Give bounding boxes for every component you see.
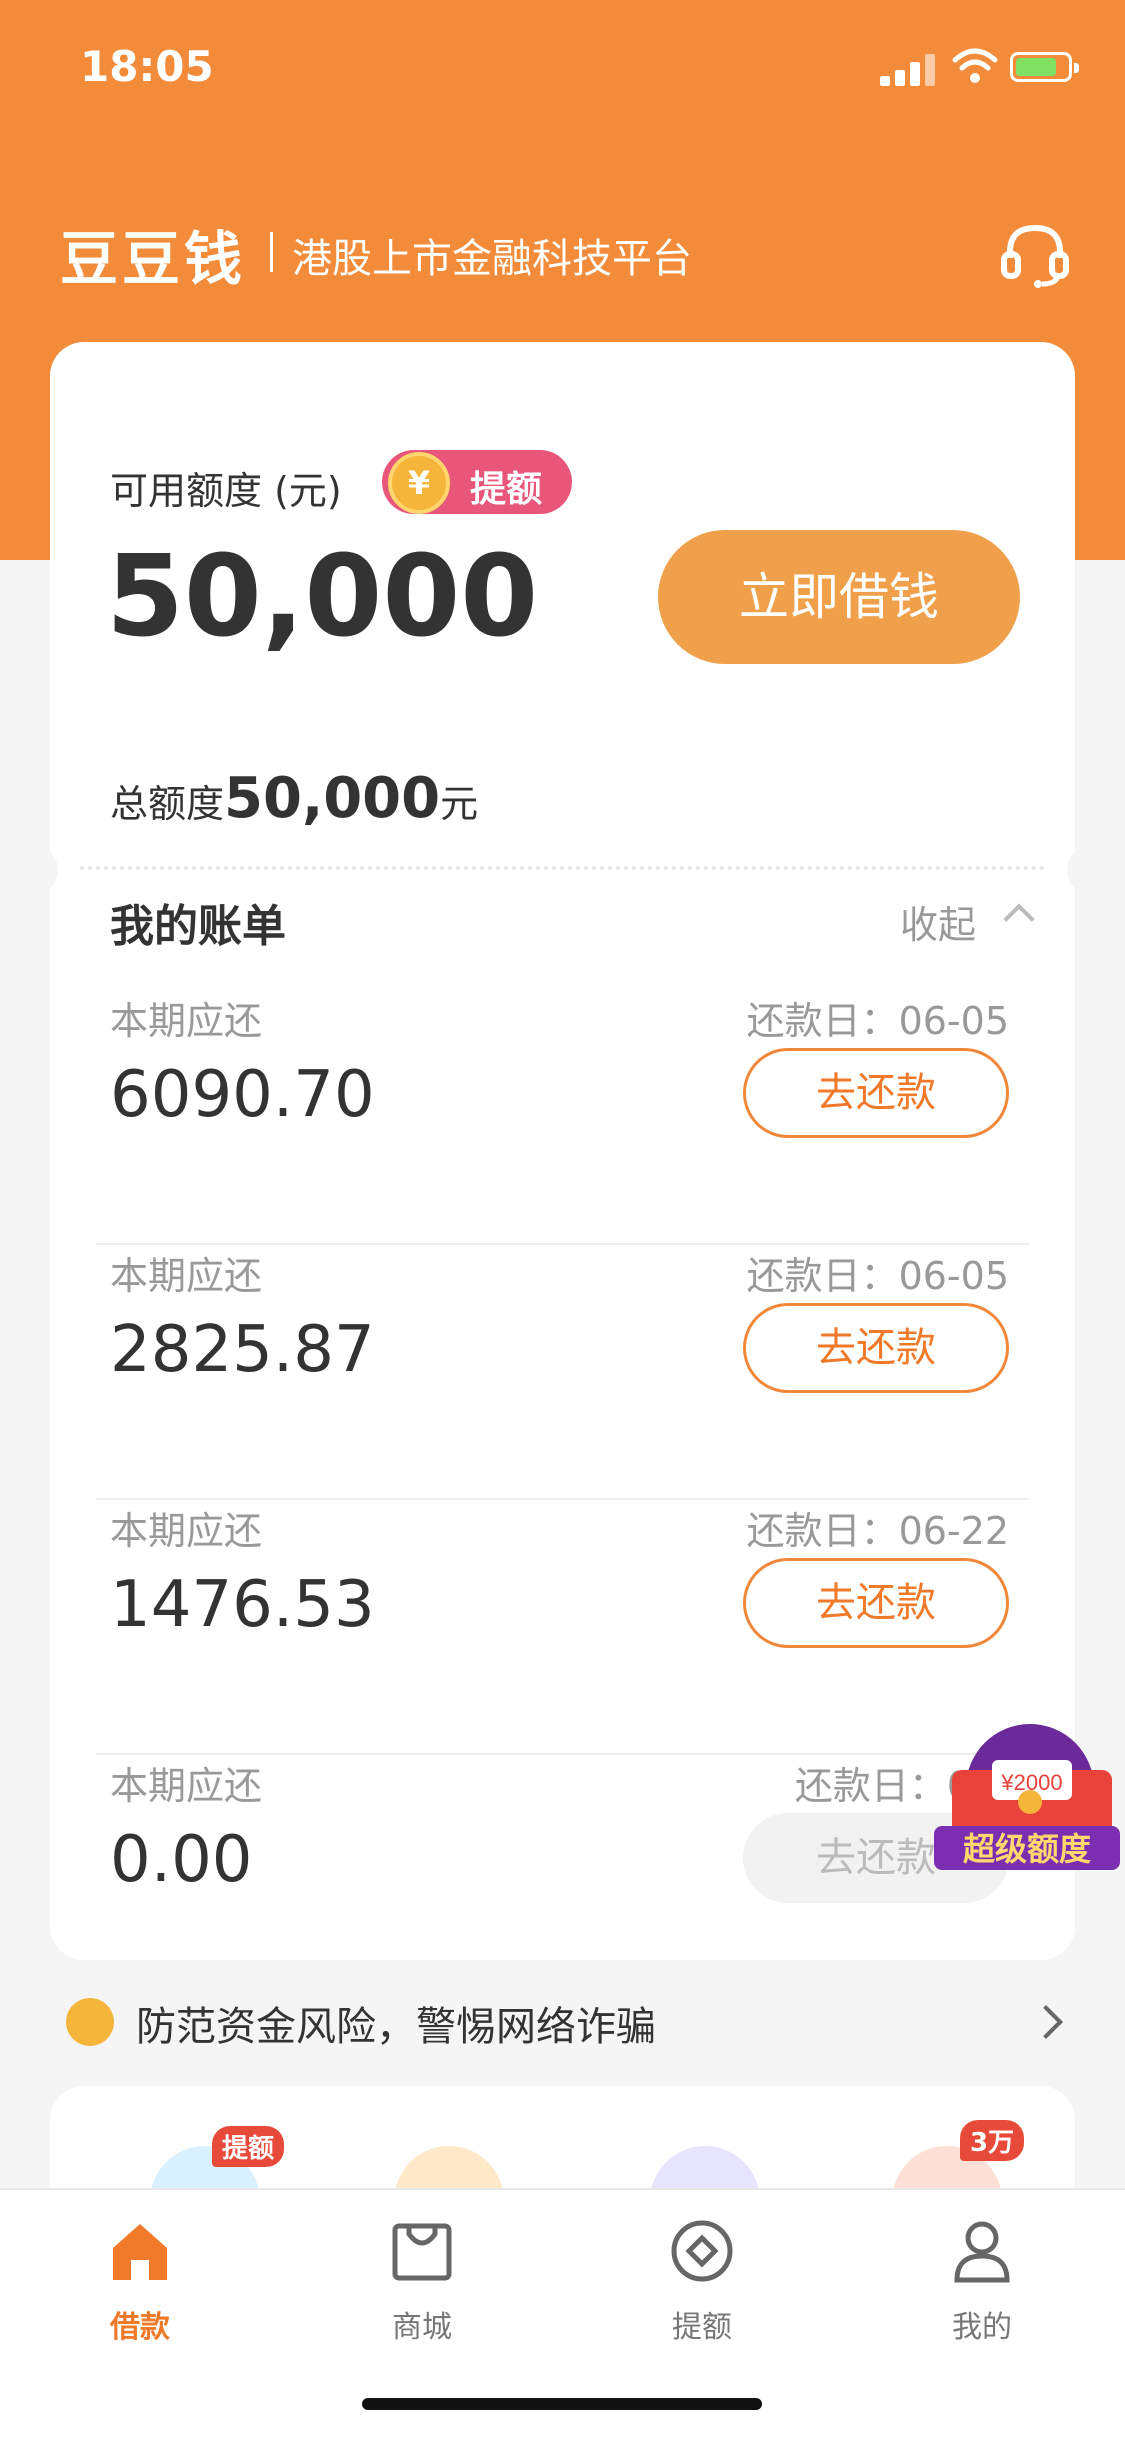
bill-item: 本期应还 还款日：06-05 2825.87 去还款 [96,1245,1029,1500]
dotted-divider [80,866,1045,870]
available-credit-amount: 50,000 [106,532,539,662]
bill-amount: 6090.70 [110,1058,375,1132]
shopping-bag-icon [392,2223,452,2281]
quick-badge-raise: 提额 [212,2126,285,2167]
home-indicator [362,2398,762,2410]
bill-amount: 2825.87 [110,1313,375,1387]
repay-button[interactable]: 去还款 [743,1303,1009,1393]
total-credit-label: 总额度 [110,782,225,826]
bill-item: 本期应还 还款日：06-22 1476.53 去还款 [96,1500,1029,1755]
battery-icon [1010,52,1079,82]
brand-logo: 豆豆钱 [60,225,247,293]
cellular-signal-icon [880,54,936,86]
bill-due-label: 本期应还 [110,999,263,1043]
collapse-button[interactable]: 收起 [900,894,976,949]
wifi-icon [952,48,998,83]
tab-loan[interactable]: 借款 [70,2216,210,2346]
coin-icon: ¥ [388,452,450,514]
bill-due-date: 还款日：06-22 [746,1509,1009,1553]
bill-item: 本期应还 还款日：06-05 6090.70 去还款 [96,990,1029,1245]
total-credit-unit: 元 [440,782,479,826]
status-bar: 18:05 [0,0,1125,130]
notice-text: 防范资金风险，警惕网络诈骗 [136,2004,656,2050]
bill-amount: 1476.53 [110,1568,375,1642]
available-credit-label: 可用额度 (元) [110,469,342,513]
status-time: 18:05 [80,42,214,91]
repay-button[interactable]: 去还款 [743,1048,1009,1138]
customer-service-icon[interactable] [1000,222,1070,288]
my-bills-title: 我的账单 [110,901,286,952]
promo-amount: ¥2000 [1000,1770,1062,1795]
tab-label: 商城 [392,2310,452,2345]
tab-mine[interactable]: 我的 [912,2216,1052,2346]
borrow-now-button[interactable]: 立即借钱 [658,530,1020,664]
speaker-icon [66,1998,114,2046]
fraud-notice-bar[interactable]: 防范资金风险，警惕网络诈骗 [0,1990,1125,2070]
raise-credit-label: 提额 [470,469,543,510]
home-icon [113,2224,167,2280]
bill-amount: 0.00 [110,1823,253,1897]
tab-label: 借款 [110,2310,170,2345]
bill-item: 本期应还 还款日：06- 0.00 去还款 [96,1755,1029,2010]
bill-due-label: 本期应还 [110,1509,263,1553]
diamond-circle-icon [671,2220,733,2282]
quick-badge-loan: 3万 [960,2120,1025,2161]
bill-due-label: 本期应还 [110,1254,263,1298]
promo-label: 超级额度 [963,1830,1091,1868]
brand-divider [270,232,273,272]
brand-subtitle: 港股上市金融科技平台 [292,236,692,282]
credit-card-panel: 可用额度 (元) ¥ 提额 50,000 立即借钱 总额度50,000元 我的账… [50,342,1075,1960]
bill-due-date: 还款日：06-05 [746,999,1009,1043]
tab-mall[interactable]: 商城 [352,2216,492,2346]
chevron-right-icon [1029,2005,1063,2039]
user-icon [954,2221,1010,2283]
bill-due-label: 本期应还 [110,1764,263,1808]
tab-label: 提额 [672,2310,732,2345]
total-credit-amount: 50,000 [224,766,441,831]
tab-label: 我的 [952,2310,1012,2345]
total-credit: 总额度50,000元 [110,766,478,831]
bill-due-date: 还款日：06-05 [746,1254,1009,1298]
chevron-up-icon[interactable] [1003,903,1035,935]
repay-button[interactable]: 去还款 [743,1558,1009,1648]
super-credit-floating-badge[interactable]: ¥2000 超级额度 [930,1720,1124,1870]
tab-raise[interactable]: 提额 [632,2216,772,2346]
